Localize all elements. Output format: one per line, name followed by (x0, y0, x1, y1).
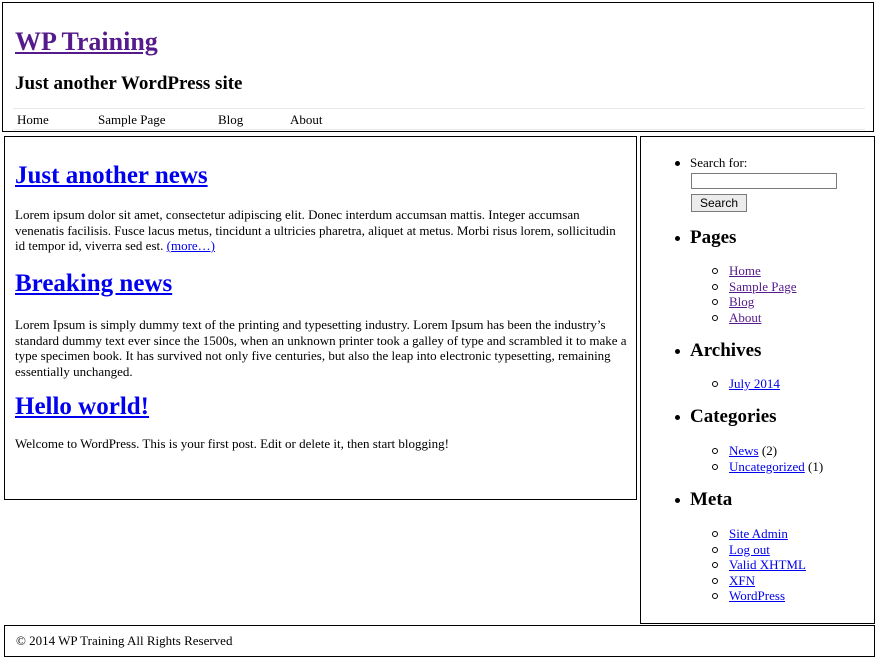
categories-list: News (2) Uncategorized (1) (711, 443, 823, 474)
post-body: Lorem ipsum dolor sit amet, consectetur … (15, 207, 616, 253)
list-item: About (711, 310, 797, 326)
page-link-about[interactable]: About (729, 310, 762, 325)
categories-heading: Categories (690, 406, 777, 427)
search-button[interactable]: Search (691, 194, 747, 212)
site-description: Just another WordPress site (15, 73, 243, 94)
post-hello-world: Hello world! Welcome to WordPress. This … (15, 392, 627, 452)
list-item: Blog (711, 294, 797, 310)
list-bullet (675, 349, 680, 354)
post-title: Just another news (15, 161, 627, 191)
page-link-sample-page[interactable]: Sample Page (729, 279, 797, 294)
meta-link-site-admin[interactable]: Site Admin (729, 526, 788, 541)
nav-item-home[interactable]: Home (17, 110, 49, 130)
nav-item-about[interactable]: About (290, 110, 323, 130)
sidebar: Search for: Search Pages Home Sample Pag… (640, 136, 875, 624)
post-body: Lorem Ipsum is simply dummy text of the … (15, 317, 627, 379)
meta-heading: Meta (690, 489, 733, 510)
site-title: WP Training (15, 27, 158, 57)
post-title: Breaking news (15, 269, 627, 299)
category-link-news[interactable]: News (729, 443, 759, 458)
meta-list: Site Admin Log out Valid XHTML XFN WordP… (711, 526, 806, 604)
meta-link-valid-xhtml[interactable]: Valid XHTML (729, 557, 806, 572)
meta-link-log-out[interactable]: Log out (729, 542, 770, 557)
list-item: News (2) (711, 443, 823, 459)
archive-link-july-2014[interactable]: July 2014 (729, 376, 780, 391)
search-label: Search for: (690, 155, 748, 170)
site-title-link[interactable]: WP Training (15, 27, 158, 56)
post-body: Welcome to WordPress. This is your first… (15, 436, 449, 451)
list-item: Sample Page (711, 279, 797, 295)
post-breaking-news: Breaking news Lorem Ipsum is simply dumm… (15, 269, 627, 379)
list-item: Home (711, 263, 797, 279)
meta-link-wordpress[interactable]: WordPress (729, 588, 785, 603)
list-item: WordPress (711, 588, 806, 604)
category-link-uncategorized[interactable]: Uncategorized (729, 459, 805, 474)
post-title-link[interactable]: Breaking news (15, 270, 172, 297)
list-item: XFN (711, 573, 806, 589)
list-item: Valid XHTML (711, 557, 806, 573)
category-count: (1) (808, 458, 824, 474)
post-excerpt: Lorem ipsum dolor sit amet, consectetur … (15, 207, 627, 254)
pages-heading: Pages (690, 227, 737, 248)
archives-list: July 2014 (711, 376, 780, 392)
meta-link-xfn[interactable]: XFN (729, 573, 755, 588)
site-header: WP Training Just another WordPress site … (2, 2, 874, 132)
nav-item-sample-page[interactable]: Sample Page (98, 110, 166, 130)
list-bullet (675, 498, 680, 503)
search-input[interactable] (691, 173, 837, 189)
list-item: Site Admin (711, 526, 806, 542)
site-footer: © 2014 WP Training All Rights Reserved (4, 625, 875, 657)
post-title: Hello world! (15, 392, 627, 422)
pages-list: Home Sample Page Blog About (711, 263, 797, 325)
main-nav: Home Sample Page Blog About (13, 108, 865, 130)
list-item: July 2014 (711, 376, 780, 392)
nav-item-blog[interactable]: Blog (218, 110, 243, 130)
post-title-link[interactable]: Just another news (15, 162, 208, 189)
read-more-link[interactable]: (more…) (167, 238, 215, 253)
list-bullet (675, 236, 680, 241)
page-link-blog[interactable]: Blog (729, 294, 754, 309)
list-bullet (675, 415, 680, 420)
copyright-text: © 2014 WP Training All Rights Reserved (16, 633, 233, 648)
list-bullet (675, 161, 680, 166)
category-count: (2) (761, 443, 778, 458)
page-link-home[interactable]: Home (729, 263, 761, 278)
archives-heading: Archives (690, 340, 762, 361)
list-item: Uncategorized (1) (711, 459, 823, 475)
main-content: Just another news Lorem ipsum dolor sit … (4, 136, 637, 500)
list-item: Log out (711, 542, 806, 558)
post-just-another-news: Just another news Lorem ipsum dolor sit … (15, 161, 627, 254)
post-title-link[interactable]: Hello world! (15, 393, 149, 420)
